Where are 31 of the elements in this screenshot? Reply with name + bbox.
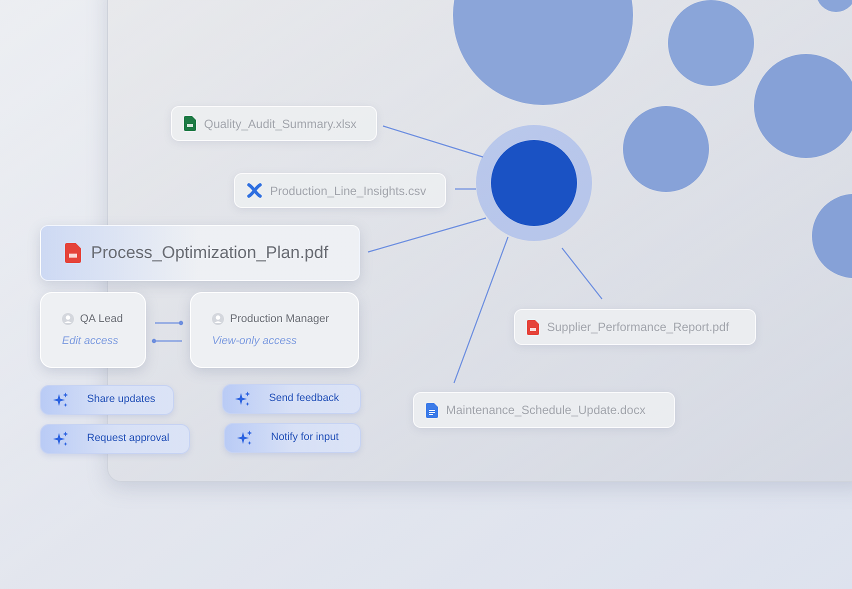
document-icon	[527, 320, 539, 334]
access-level: Edit access	[62, 334, 120, 349]
person-name: Production Manager	[230, 312, 330, 326]
user-icon	[212, 312, 224, 325]
sparkle-icon	[237, 430, 253, 446]
document-icon	[65, 243, 81, 263]
file-name: Maintenance_Schedule_Update.docx	[446, 402, 646, 419]
action-button[interactable]: Share updates	[40, 385, 174, 415]
document-icon	[184, 116, 196, 131]
action-button[interactable]: Notify for input	[224, 423, 361, 453]
file-chip[interactable]: Process_Optimization_Plan.pdf	[40, 225, 360, 281]
user-icon	[62, 312, 74, 325]
file-name: Supplier_Performance_Report.pdf	[547, 319, 730, 336]
connector-line	[155, 320, 184, 326]
cross-icon	[247, 183, 262, 198]
sparkle-icon	[53, 431, 69, 447]
person-name: QA Lead	[80, 312, 123, 326]
sparkle-icon	[53, 392, 69, 408]
connector-line	[455, 188, 476, 190]
person-card[interactable]: QA Lead Edit access	[40, 292, 146, 368]
action-button[interactable]: Request approval	[40, 424, 190, 454]
connector-line	[562, 248, 602, 300]
file-name: Quality_Audit_Summary.xlsx	[204, 116, 356, 132]
file-name: Production_Line_Insights.csv	[270, 182, 426, 200]
action-button[interactable]: Send feedback	[222, 384, 361, 414]
connector-line	[152, 338, 182, 344]
access-level: View-only access	[212, 334, 298, 349]
sparkle-icon	[235, 391, 251, 407]
person-card[interactable]: Production Manager View-only access	[190, 292, 359, 368]
file-name: Process_Optimization_Plan.pdf	[91, 242, 328, 264]
document-icon	[426, 402, 438, 418]
